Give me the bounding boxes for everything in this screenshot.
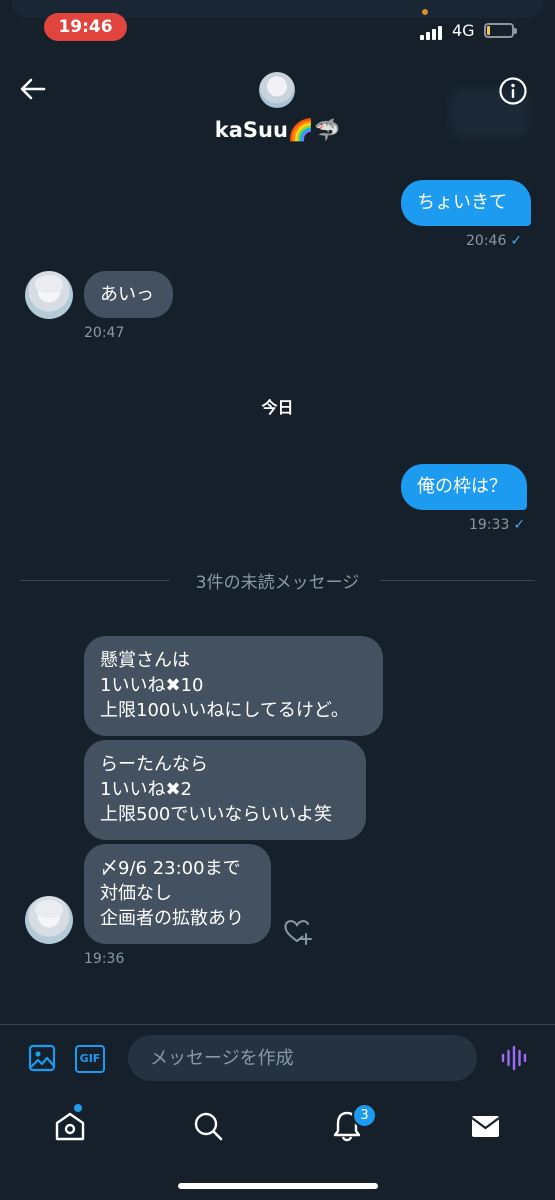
network-type: 4G	[452, 21, 475, 40]
home-icon[interactable]	[50, 1106, 90, 1146]
new-tweets-dot	[74, 1104, 82, 1112]
message-line: 対価なし	[100, 883, 172, 904]
message-bubble-incoming[interactable]: 〆9/6 23:00まで 対価なし 企画者の拡散あり	[84, 844, 271, 944]
message-bubble-incoming[interactable]: 懸賞さんは 1いいね✖10 上限100いいねにしてるけど。	[84, 636, 383, 736]
message-line: 上限100いいねにしてるけど。	[100, 700, 349, 721]
battery-icon	[484, 23, 517, 38]
message-line: らーたんなら	[100, 754, 208, 775]
notifications-badge: 3	[352, 1103, 377, 1128]
message-text: ちょいきて	[417, 192, 507, 213]
battery-level	[487, 26, 490, 35]
message-line: 1いいね✖2	[100, 779, 192, 800]
add-reaction-heart-icon[interactable]	[281, 915, 313, 947]
timestamp-text: 20:46	[466, 233, 507, 249]
message-line: 企画者の拡散あり	[100, 908, 244, 929]
home-indicator	[178, 1183, 378, 1189]
unread-divider: 3件の未読メッセージ	[20, 568, 535, 593]
contact-avatar[interactable]	[259, 72, 295, 108]
back-arrow-icon[interactable]	[18, 74, 48, 104]
message-timestamp: 19:36	[84, 951, 125, 967]
message-text: あいっ	[100, 284, 154, 305]
signal-icon	[420, 24, 446, 40]
message-timestamp: 20:47	[84, 325, 125, 341]
message-line: 懸賞さんは	[100, 650, 190, 671]
sender-avatar[interactable]	[25, 271, 73, 319]
image-icon[interactable]	[28, 1043, 56, 1073]
message-line: 上限500でいいならいいよ笑	[100, 804, 332, 825]
gif-label: GIF	[79, 1052, 101, 1065]
divider-line	[380, 580, 535, 581]
message-timestamp: 19:33 ✓	[469, 517, 525, 533]
message-line: 〆9/6 23:00まで	[100, 858, 241, 879]
message-line: 1いいね✖10	[100, 675, 204, 696]
messages-envelope-icon[interactable]	[465, 1106, 505, 1146]
sent-check-icon: ✓	[513, 517, 526, 533]
timestamp-text: 19:33	[469, 517, 510, 533]
message-bubble-incoming[interactable]: あいっ	[84, 271, 173, 318]
day-separator: 今日	[261, 398, 294, 417]
message-bubble-outgoing[interactable]: ちょいきて	[401, 180, 531, 226]
info-icon[interactable]	[498, 76, 528, 106]
voice-message-icon[interactable]	[500, 1044, 528, 1072]
message-bubble-outgoing[interactable]: 俺の枠は？	[401, 464, 527, 510]
sender-avatar[interactable]	[25, 896, 73, 944]
search-icon[interactable]	[188, 1106, 228, 1146]
gif-button[interactable]: GIF	[75, 1045, 105, 1073]
message-text: 俺の枠は？	[417, 476, 507, 497]
message-timestamp: 20:46 ✓	[466, 233, 522, 249]
privacy-indicator-dot	[422, 9, 428, 15]
status-time: 19:46	[44, 13, 127, 41]
sent-check-icon: ✓	[510, 233, 523, 249]
composer-divider	[0, 1024, 555, 1025]
message-bubble-incoming[interactable]: らーたんなら 1いいね✖2 上限500でいいならいいよ笑	[84, 740, 366, 840]
message-input[interactable]	[128, 1035, 477, 1081]
